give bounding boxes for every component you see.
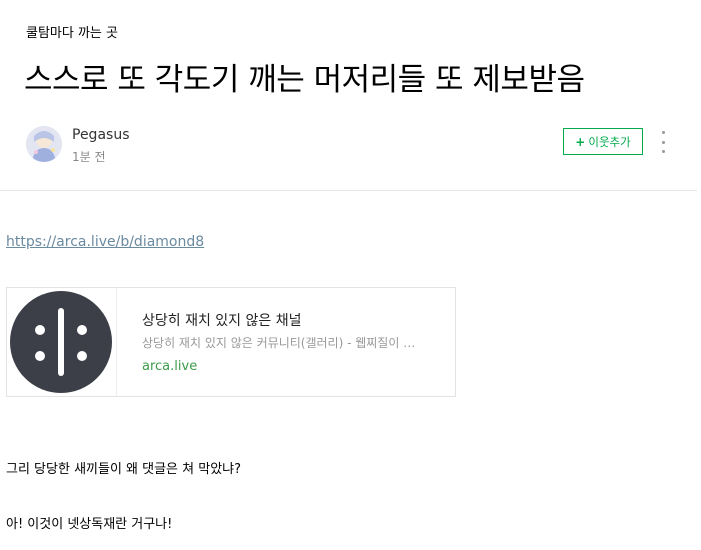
link-preview-domain: arca.live	[142, 359, 198, 374]
post-paragraph: 그리 당당한 새끼들이 왜 댓글은 쳐 막았냐?	[6, 462, 242, 477]
post-category[interactable]: 쿨탐마다 까는 곳	[26, 22, 118, 41]
post-paragraph: 아! 이것이 넷상독재란 거구나!	[6, 517, 173, 532]
add-neighbor-button[interactable]: + 이웃추가	[563, 128, 643, 155]
link-preview-card[interactable]: 상당히 재치 있지 않은 채널 상당히 재치 있지 않은 커뮤니티(갤러리) -…	[6, 287, 456, 397]
post-time: 1분 전	[72, 150, 106, 164]
header-divider	[0, 190, 697, 191]
more-vertical-icon[interactable]	[655, 131, 671, 153]
link-preview-description: 상당히 재치 있지 않은 커뮤니티(갤러리) - 웹찌질이 …	[142, 336, 416, 350]
post-link[interactable]: https://arca.live/b/diamond8	[6, 234, 204, 250]
avatar[interactable]	[26, 126, 62, 162]
avatar-image	[26, 126, 62, 162]
add-neighbor-label: 이웃추가	[588, 134, 631, 149]
link-preview-thumbnail	[7, 288, 117, 396]
post-title: 스스로 또 각도기 깨는 머저리들 또 제보받음	[24, 62, 585, 98]
link-preview-title: 상당히 재치 있지 않은 채널	[142, 313, 302, 329]
arca-logo-icon	[10, 291, 112, 393]
author-name[interactable]: Pegasus	[72, 127, 129, 143]
plus-icon: +	[575, 134, 586, 149]
